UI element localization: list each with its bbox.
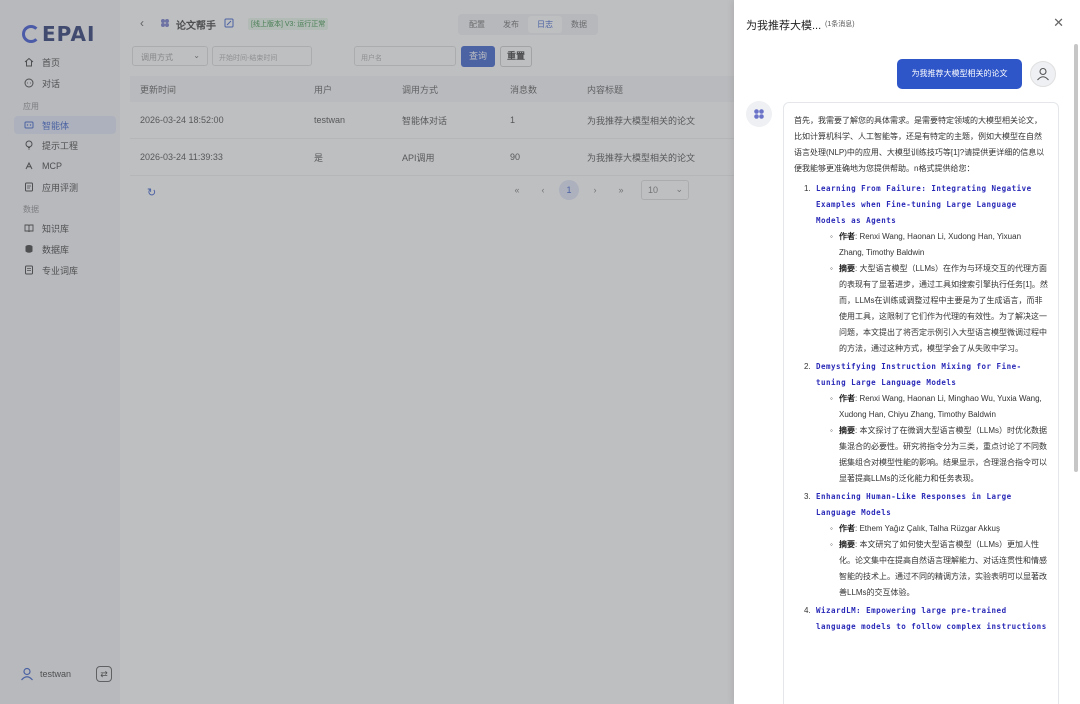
bullet: ◦ [830,232,833,241]
bullet: ◦ [830,426,833,435]
user-icon [1037,67,1049,81]
close-icon[interactable]: ✕ [1053,15,1064,31]
paper-item: 2. Demystifying Instruction Mixing for F… [794,359,1048,487]
paper-authors: ◦ 作者: Renxi Wang, Haonan Li, Minghao Wu, … [816,391,1048,423]
authors-label: 作者 [839,232,855,241]
paper-authors: ◦ 作者: Renxi Wang, Haonan Li, Xudong Han, … [816,229,1048,261]
paper-title[interactable]: Enhancing Human-Like Responses in Large … [816,489,1048,521]
abstract-label: 摘要 [839,426,855,435]
abstract-label: 摘要 [839,264,855,273]
paper-number: 4. [804,606,811,615]
user-avatar [1030,61,1056,87]
abstract-text: : 大型语言模型（LLMs）在作为与环境交互的代理方面的表现有了显著进步，通过工… [839,264,1048,353]
drawer-title: 为我推荐大模... [746,20,822,32]
abstract-text: : 本文研究了如何使大型语言模型（LLMs）更加人性化。论文集中在提高自然语言理… [839,540,1047,597]
paper-authors: ◦ 作者: Ethem Yağız Çalık, Talha Rüzgar Akk… [816,521,1048,537]
paper-item: 1. Learning From Failure: Integrating Ne… [794,181,1048,357]
bot-message-bubble: 首先，我需要了解您的具体需求。是需要特定领域的大模型相关论文，比如计算机科学、人… [783,102,1059,704]
paper-number: 2. [804,362,811,371]
message-count: (1条消息) [825,21,855,28]
abstract-text: : 本文探讨了在微调大型语言模型（LLMs）时优化数据集混合的必要性。研究将指令… [839,426,1048,483]
authors-label: 作者 [839,524,855,533]
paper-abstract: ◦ 摘要: 大型语言模型（LLMs）在作为与环境交互的代理方面的表现有了显著进步，… [816,261,1048,357]
authors-text: : Renxi Wang, Haonan Li, Minghao Wu, Yux… [839,394,1042,419]
paper-title[interactable]: Learning From Failure: Integrating Negat… [816,181,1048,229]
app-grid-icon [754,109,764,119]
paper-abstract: ◦ 摘要: 本文研究了如何使大型语言模型（LLMs）更加人性化。论文集中在提高自然… [816,537,1048,601]
authors-text: : Ethem Yağız Çalık, Talha Rüzgar Akkuş [855,524,1000,533]
bot-avatar [746,101,772,127]
bullet: ◦ [830,540,833,549]
scrollbar[interactable] [1074,44,1078,472]
bullet: ◦ [830,264,833,273]
paper-number: 3. [804,492,811,501]
user-message-bubble: 为我推荐大模型相关的论文 [897,59,1022,89]
modal-overlay[interactable] [0,0,734,704]
authors-text: : Renxi Wang, Haonan Li, Xudong Han, Yix… [839,232,1022,257]
authors-label: 作者 [839,394,855,403]
bullet: ◦ [830,524,833,533]
paper-abstract: ◦ 摘要: 本文探讨了在微调大型语言模型（LLMs）时优化数据集混合的必要性。研究… [816,423,1048,487]
paper-item: 4. WizardLM: Empowering large pre-traine… [794,603,1048,635]
conversation-drawer: 为我推荐大模... (1条消息) ✕ 为我推荐大模型相关的论文 首先，我需要了解… [734,0,1080,704]
paper-title[interactable]: WizardLM: Empowering large pre-trained l… [816,603,1048,635]
bullet: ◦ [830,394,833,403]
abstract-label: 摘要 [839,540,855,549]
paper-number: 1. [804,184,811,193]
bot-intro-text: 首先，我需要了解您的具体需求。是需要特定领域的大模型相关论文，比如计算机科学、人… [794,116,1045,173]
paper-title[interactable]: Demystifying Instruction Mixing for Fine… [816,359,1048,391]
paper-item: 3. Enhancing Human-Like Responses in Lar… [794,489,1048,601]
